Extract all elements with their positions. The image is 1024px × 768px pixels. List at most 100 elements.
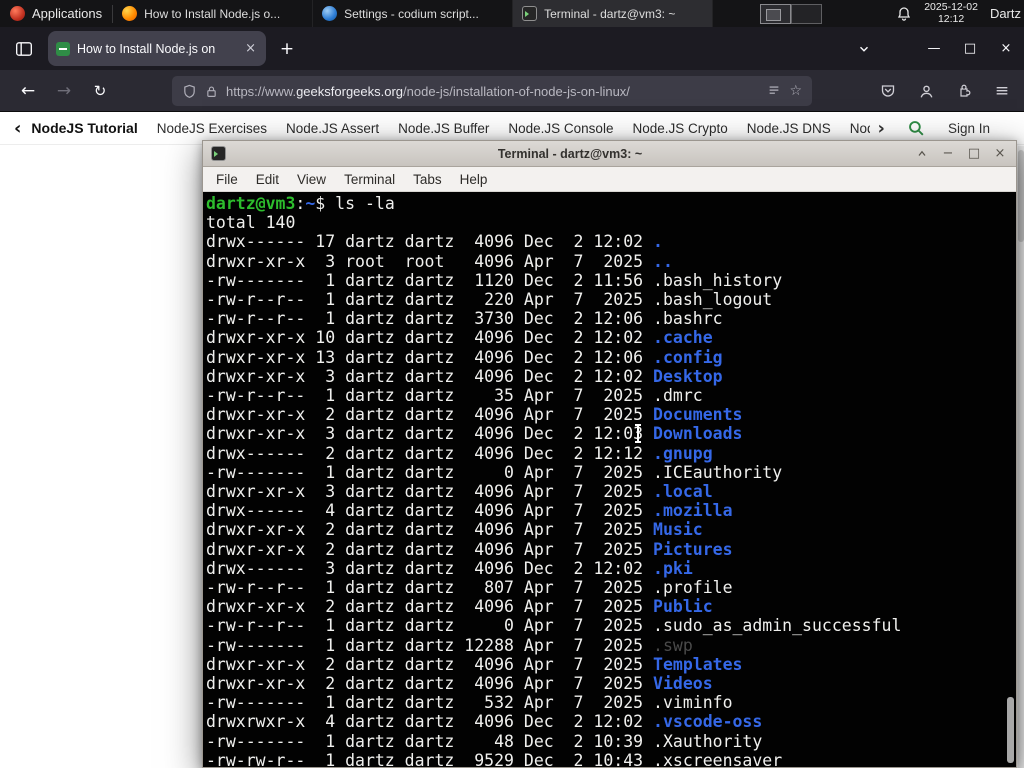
browser-window-controls: — □ × — [916, 27, 1024, 70]
list-all-tabs-button[interactable] — [852, 37, 876, 61]
terminal-line: -rw-rw-r-- 1 dartz dartz 9529 Dec 2 10:4… — [206, 750, 783, 767]
terminal-output-area[interactable]: dartz@vm3:~$ ls -la total 140 drwx------… — [203, 192, 1016, 767]
page-scrollbar-thumb[interactable] — [1018, 150, 1024, 242]
terminal-listing: drwx------ 17 dartz dartz 4096 Dec 2 12:… — [206, 232, 1016, 767]
site-nav-items: NodeJS Tutorial NodeJS Exercises Node.JS… — [31, 120, 869, 136]
settings-icon — [322, 6, 338, 21]
firefox-view-icon — [16, 42, 32, 56]
terminal-line: -rw------- 1 dartz dartz 12288 Apr 7 202… — [206, 635, 693, 655]
pocket-button[interactable] — [872, 75, 904, 107]
site-nav-right: › Sign In — [878, 118, 1010, 139]
browser-tab[interactable]: How to Install Node.js on × — [48, 31, 266, 66]
firefox-icon — [122, 6, 138, 21]
menu-edit[interactable]: Edit — [247, 172, 288, 187]
browser-tab-bar: How to Install Node.js on × + — □ × — [0, 27, 1024, 70]
chevron-up-icon — [918, 150, 926, 156]
clock-time: 12:12 — [937, 12, 965, 25]
taskbar-window-settings[interactable]: Settings - codium script... — [313, 0, 514, 27]
site-nav-item-nodejs-assert[interactable]: Node.JS Assert — [286, 121, 379, 136]
menu-file[interactable]: File — [207, 172, 247, 187]
lock-icon[interactable] — [205, 85, 218, 98]
menu-button[interactable]: ≡ — [986, 75, 1018, 107]
workspace-1[interactable] — [760, 3, 792, 24]
url-path: /node-js/installation-of-node-js-on-linu… — [403, 83, 630, 99]
terminal-line: drwxr-xr-x 2 dartz dartz 4096 Apr 7 2025… — [206, 520, 703, 540]
prompt-user-host: dartz@vm3 — [206, 194, 296, 213]
back-button[interactable]: ← — [12, 75, 44, 107]
close-button[interactable]: × — [992, 146, 1008, 162]
terminal-line: -rw-r--r-- 1 dartz dartz 35 Apr 7 2025 .… — [206, 386, 703, 406]
tab-title: How to Install Node.js on — [77, 41, 216, 56]
terminal-line: -rw-r--r-- 1 dartz dartz 0 Apr 7 2025 .s… — [206, 616, 902, 636]
terminal-scrollbar-thumb[interactable] — [1007, 697, 1014, 763]
mouse-cursor — [635, 424, 641, 443]
new-tab-button[interactable]: + — [274, 36, 300, 62]
terminal-line: drwxr-xr-x 2 dartz dartz 4096 Apr 7 2025… — [206, 539, 733, 559]
menu-view[interactable]: View — [288, 172, 335, 187]
sign-in-button[interactable]: Sign In — [948, 121, 990, 136]
search-icon[interactable] — [907, 119, 926, 138]
nav-scroll-right-chevron[interactable]: › — [878, 118, 885, 139]
url-text: https://www.geeksforgeeks.org/node-js/in… — [226, 84, 759, 99]
minimize-button[interactable]: — — [916, 41, 952, 56]
reader-mode-icon[interactable] — [767, 84, 781, 98]
browser-nav-toolbar: ← → ↻ https://www.geeksforgeeks.org/node… — [0, 70, 1024, 112]
tracking-shield-icon[interactable] — [182, 84, 197, 99]
site-nav-item-nodejs-exercises[interactable]: NodeJS Exercises — [157, 121, 267, 136]
firefox-view-button[interactable] — [10, 35, 38, 63]
shade-button[interactable] — [914, 146, 930, 162]
taskbar-window-firefox[interactable]: How to Install Node.js o... — [113, 0, 314, 27]
site-nav-item-truncated[interactable]: Node — [850, 121, 870, 136]
site-nav-item-nodejs-buffer[interactable]: Node.JS Buffer — [398, 121, 489, 136]
terminal-line: -rw------- 1 dartz dartz 48 Dec 2 10:39 … — [206, 731, 763, 751]
terminal-line: drwxr-xr-x 2 dartz dartz 4096 Apr 7 2025… — [206, 405, 743, 425]
site-favicon — [56, 41, 70, 56]
terminal-scrollbar[interactable] — [1005, 192, 1015, 767]
taskbar-window-terminal[interactable]: Terminal - dartz@vm3: ~ — [513, 0, 714, 27]
clock-date: 2025-12-02 — [924, 1, 978, 13]
menu-terminal[interactable]: Terminal — [335, 172, 404, 187]
site-nav-item-nodejs-crypto[interactable]: Node.JS Crypto — [632, 121, 727, 136]
tab-close-button[interactable]: × — [243, 41, 258, 56]
url-bar[interactable]: https://www.geeksforgeeks.org/node-js/in… — [172, 76, 812, 106]
site-nav-item-nodejs-console[interactable]: Node.JS Console — [508, 121, 613, 136]
applications-menu-label: Applications — [32, 6, 103, 21]
terminal-titlebar[interactable]: Terminal - dartz@vm3: ~ − □ × — [203, 141, 1016, 167]
close-button[interactable]: × — [988, 41, 1024, 56]
terminal-line: -rw-r--r-- 1 dartz dartz 807 Apr 7 2025 … — [206, 578, 733, 598]
prompt-colon: : — [295, 194, 306, 213]
menu-tabs[interactable]: Tabs — [404, 172, 451, 187]
prompt-cwd: ~ — [305, 194, 316, 213]
site-nav-item-nodejs-dns[interactable]: Node.JS DNS — [747, 121, 831, 136]
workspace-2[interactable] — [791, 3, 823, 24]
taskbar-window-label: Terminal - dartz@vm3: ~ — [544, 6, 676, 21]
site-nav-item-nodejs-tutorial[interactable]: NodeJS Tutorial — [31, 120, 137, 136]
terminal-window: Terminal - dartz@vm3: ~ − □ × File Edit … — [202, 140, 1017, 768]
panel-user-label: Dartz — [989, 6, 1021, 21]
page-scrollbar[interactable] — [1018, 146, 1024, 768]
minimize-button[interactable]: − — [940, 146, 956, 162]
url-domain: geeksforgeeks.org — [296, 83, 404, 99]
terminal-line: drwx------ 4 dartz dartz 4096 Apr 7 2025… — [206, 501, 733, 521]
terminal-line: drwxr-xr-x 3 dartz dartz 4096 Dec 2 12:0… — [206, 366, 723, 386]
url-prefix: https://www. — [226, 83, 297, 99]
terminal-prompt-line: dartz@vm3:~$ ls -la — [206, 194, 1016, 213]
nav-scroll-left-chevron[interactable]: ‹ — [14, 118, 21, 139]
terminal-menubar: File Edit View Terminal Tabs Help — [203, 167, 1016, 192]
terminal-line: -rw-r--r-- 1 dartz dartz 3730 Dec 2 12:0… — [206, 309, 723, 329]
bell-icon — [898, 6, 911, 21]
applications-menu-button[interactable]: Applications — [0, 0, 112, 27]
forward-button[interactable]: → — [48, 75, 80, 107]
terminal-line: drwxr-xr-x 13 dartz dartz 4096 Dec 2 12:… — [206, 347, 723, 367]
maximize-button[interactable]: □ — [966, 146, 982, 162]
terminal-line: drwx------ 17 dartz dartz 4096 Dec 2 12:… — [206, 232, 663, 252]
extensions-button[interactable] — [948, 75, 980, 107]
toolbar-icons: ≡ — [872, 75, 1018, 107]
account-button[interactable] — [910, 75, 942, 107]
reload-button[interactable]: ↻ — [84, 75, 116, 107]
bookmark-star-icon[interactable]: ☆ — [789, 83, 802, 99]
notifications-button[interactable] — [896, 6, 912, 22]
menu-help[interactable]: Help — [451, 172, 497, 187]
terminal-line: drwxr-xr-x 3 dartz dartz 4096 Dec 2 12:0… — [206, 424, 743, 444]
maximize-button[interactable]: □ — [952, 41, 988, 56]
